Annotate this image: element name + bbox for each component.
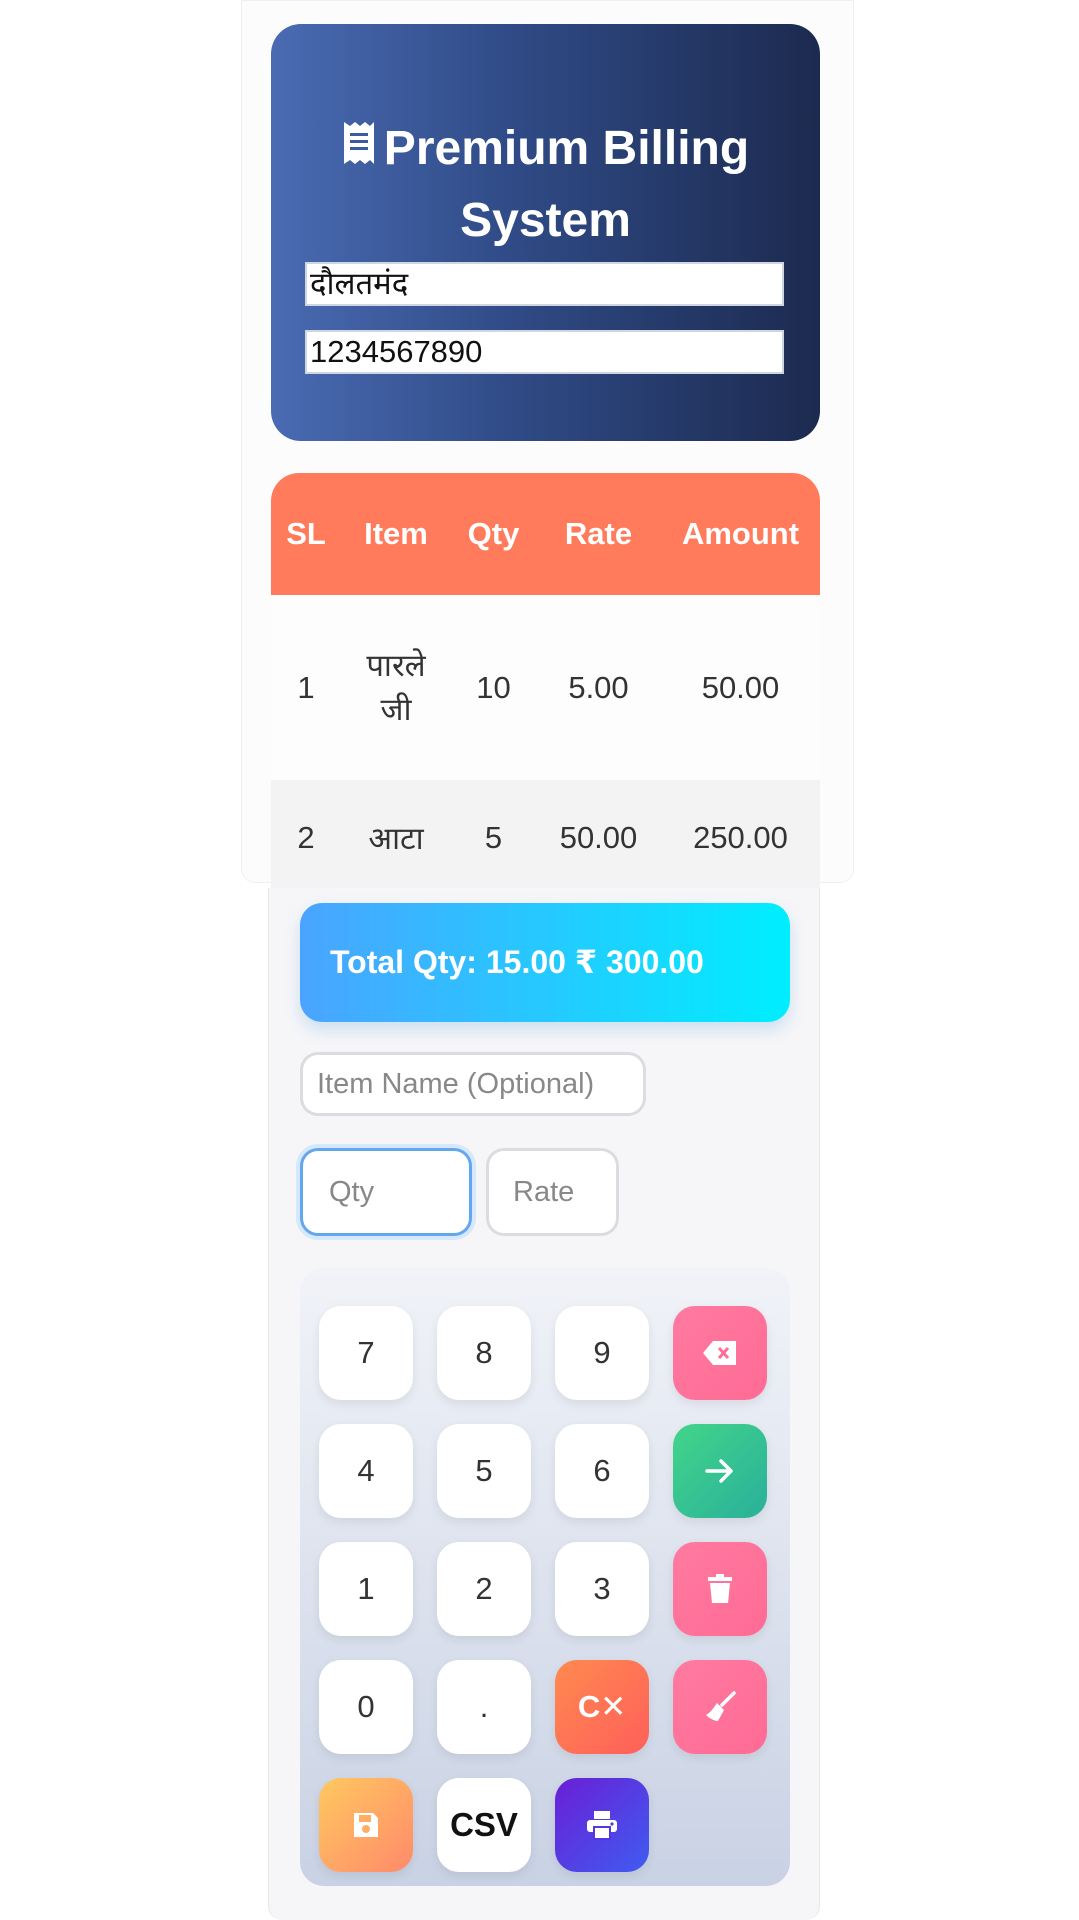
export-csv-button[interactable]: CSV bbox=[437, 1778, 531, 1872]
trash-icon bbox=[708, 1574, 732, 1603]
cell-rate: 5.00 bbox=[536, 595, 661, 780]
key-5[interactable]: 5 bbox=[437, 1424, 531, 1518]
print-icon bbox=[587, 1811, 617, 1840]
next-field-button[interactable] bbox=[673, 1424, 767, 1518]
keypad: 7 8 9 4 5 6 1 2 3 0 . C✕ CSV bbox=[300, 1268, 790, 1886]
receipt-icon bbox=[342, 116, 376, 186]
cell-sl: 2 bbox=[271, 780, 341, 889]
bill-table: SL Item Qty Rate Amount 1 पारले जी 10 5.… bbox=[271, 473, 820, 889]
save-button[interactable] bbox=[319, 1778, 413, 1872]
item-name-line: पारले bbox=[366, 647, 426, 683]
key-7[interactable]: 7 bbox=[319, 1306, 413, 1400]
customer-name-field[interactable]: दौलतमंद bbox=[305, 262, 784, 306]
page-title: Premium Billing System bbox=[271, 114, 820, 256]
cell-qty: 10 bbox=[451, 595, 536, 780]
column-header-amount: Amount bbox=[661, 473, 820, 595]
backspace-icon bbox=[703, 1341, 736, 1365]
column-header-rate: Rate bbox=[536, 473, 661, 595]
delete-button[interactable] bbox=[673, 1542, 767, 1636]
key-6[interactable]: 6 bbox=[555, 1424, 649, 1518]
cell-item: पारले जी bbox=[341, 595, 451, 780]
column-header-item: Item bbox=[341, 473, 451, 595]
qty-input[interactable]: Qty bbox=[300, 1148, 472, 1236]
table-row[interactable]: 2 आटा 5 50.00 250.00 bbox=[271, 780, 820, 889]
column-header-sl: SL bbox=[271, 473, 341, 595]
app-header: Premium Billing System दौलतमंद 123456789… bbox=[271, 24, 820, 441]
total-summary: Total Qty: 15.00 ₹ 300.00 bbox=[300, 903, 790, 1022]
cell-qty: 5 bbox=[451, 780, 536, 889]
table-row[interactable]: 1 पारले जी 10 5.00 50.00 bbox=[271, 595, 820, 780]
key-8[interactable]: 8 bbox=[437, 1306, 531, 1400]
key-4[interactable]: 4 bbox=[319, 1424, 413, 1518]
cell-amount: 50.00 bbox=[661, 595, 820, 780]
key-decimal[interactable]: . bbox=[437, 1660, 531, 1754]
key-2[interactable]: 2 bbox=[437, 1542, 531, 1636]
item-name-input[interactable]: Item Name (Optional) bbox=[300, 1052, 646, 1116]
clear-entry-button[interactable]: C✕ bbox=[555, 1660, 649, 1754]
column-header-qty: Qty bbox=[451, 473, 536, 595]
key-3[interactable]: 3 bbox=[555, 1542, 649, 1636]
cell-amount: 250.00 bbox=[661, 780, 820, 889]
cell-sl: 1 bbox=[271, 595, 341, 780]
key-9[interactable]: 9 bbox=[555, 1306, 649, 1400]
broom-icon bbox=[706, 1691, 736, 1721]
title-line-1: Premium Billing bbox=[383, 122, 750, 175]
save-icon bbox=[354, 1813, 378, 1837]
print-button[interactable] bbox=[555, 1778, 649, 1872]
title-line-2: System bbox=[460, 194, 631, 248]
table-header-row: SL Item Qty Rate Amount bbox=[271, 473, 820, 595]
clear-all-button[interactable] bbox=[673, 1660, 767, 1754]
customer-phone-field[interactable]: 1234567890 bbox=[305, 330, 784, 374]
cell-item: आटा bbox=[341, 780, 451, 889]
item-name-line: जी bbox=[380, 691, 412, 727]
cell-rate: 50.00 bbox=[536, 780, 661, 889]
arrow-right-icon bbox=[705, 1459, 733, 1483]
rate-input[interactable]: Rate bbox=[486, 1148, 619, 1236]
key-0[interactable]: 0 bbox=[319, 1660, 413, 1754]
key-1[interactable]: 1 bbox=[319, 1542, 413, 1636]
backspace-button[interactable] bbox=[673, 1306, 767, 1400]
